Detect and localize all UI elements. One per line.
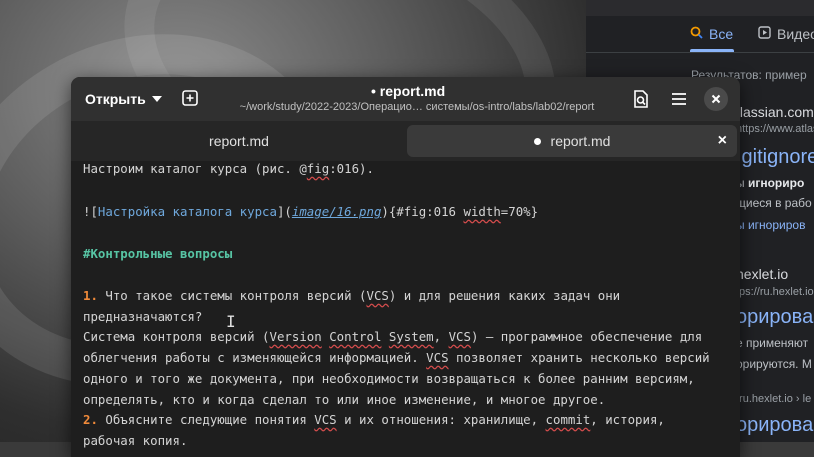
document-tab-active[interactable]: report.md × [407, 125, 737, 157]
document-tab-label: report.md [209, 133, 269, 149]
text-line: 2. Объясните следующие понятия VCS и их … [83, 412, 665, 427]
text-editor-window: Открыть • report.md ~/work/study/2022-20… [71, 77, 740, 457]
new-document-button[interactable] [181, 89, 199, 107]
text-line: предназначаются? [83, 309, 203, 324]
result-snippet: ы игнориро [736, 176, 805, 190]
result-title-link[interactable]: орировани [736, 306, 814, 329]
play-icon [758, 26, 771, 42]
header-bar: Открыть • report.md ~/work/study/2022-20… [71, 77, 740, 121]
text-line: Настроим каталог курса (рис. @fig:016). [83, 161, 374, 176]
result-site-name[interactable]: tlassian.com [736, 104, 814, 120]
search-icon [690, 26, 703, 42]
unsaved-dot-icon [533, 137, 541, 145]
open-button[interactable]: Открыть [77, 84, 170, 114]
open-button-label: Открыть [85, 91, 146, 107]
search-tab-all[interactable]: Все [690, 26, 733, 42]
close-window-button[interactable] [704, 87, 728, 111]
close-icon [711, 94, 721, 104]
result-title-link[interactable]: орирован [736, 414, 814, 437]
search-tabs: Все Видео [586, 18, 814, 52]
close-tab-icon[interactable]: × [718, 132, 727, 150]
document-tab-bar: report.md report.md × [71, 121, 740, 161]
document-path: ~/work/study/2022-2023/Операцио… системы… [239, 101, 595, 113]
result-title-link[interactable]: .gitignore [736, 146, 814, 169]
result-url[interactable]: tps://ru.hexlet.io [736, 286, 814, 298]
new-tab-icon [182, 90, 198, 106]
find-button[interactable] [631, 89, 651, 109]
text-line: 1. Что такое системы контроля версий (VC… [83, 288, 621, 303]
result-url[interactable]: https://www.atlas [736, 123, 814, 135]
search-tab-all-label: Все [709, 26, 734, 42]
text-area[interactable]: Настроим каталог курса (рис. @fig:016). … [71, 161, 740, 457]
result-sublink[interactable]: ы игнориров [736, 218, 805, 232]
result-site-name[interactable]: hexlet.io [736, 266, 788, 282]
document-tab-label: report.md [550, 133, 611, 149]
text-line: определять, кто и когда сделал то или ин… [83, 392, 606, 407]
text-line: рабочая копия. [83, 433, 188, 448]
text-line: Система контроля версий (Version Control… [83, 329, 703, 344]
markdown-heading: #Контрольные вопросы [83, 246, 233, 261]
result-snippet: орируются. М [736, 357, 812, 371]
browser-top-bar [586, 0, 814, 16]
document-title: • report.md [371, 83, 446, 99]
result-snippet: щиеся в рабо [736, 196, 812, 210]
document-search-icon [634, 90, 648, 108]
divider [586, 52, 814, 53]
text-line: ![Настройка каталога курса](image/16.png… [83, 204, 539, 219]
chevron-down-icon [151, 96, 162, 102]
document-tab[interactable]: report.md [71, 125, 407, 157]
text-cursor-icon: I [226, 312, 236, 331]
search-tab-video[interactable]: Видео [758, 26, 814, 42]
main-menu-button[interactable] [669, 89, 689, 109]
result-snippet: е применяют [736, 336, 809, 350]
search-tab-video-label: Видео [777, 26, 814, 42]
text-line: одного и того же документа, при необходи… [83, 371, 695, 386]
hamburger-menu-icon [672, 93, 686, 105]
text-line: облегчения работы с изменяющейся информа… [83, 350, 710, 365]
result-url[interactable]: /ru.hexlet.io › le [736, 393, 811, 405]
